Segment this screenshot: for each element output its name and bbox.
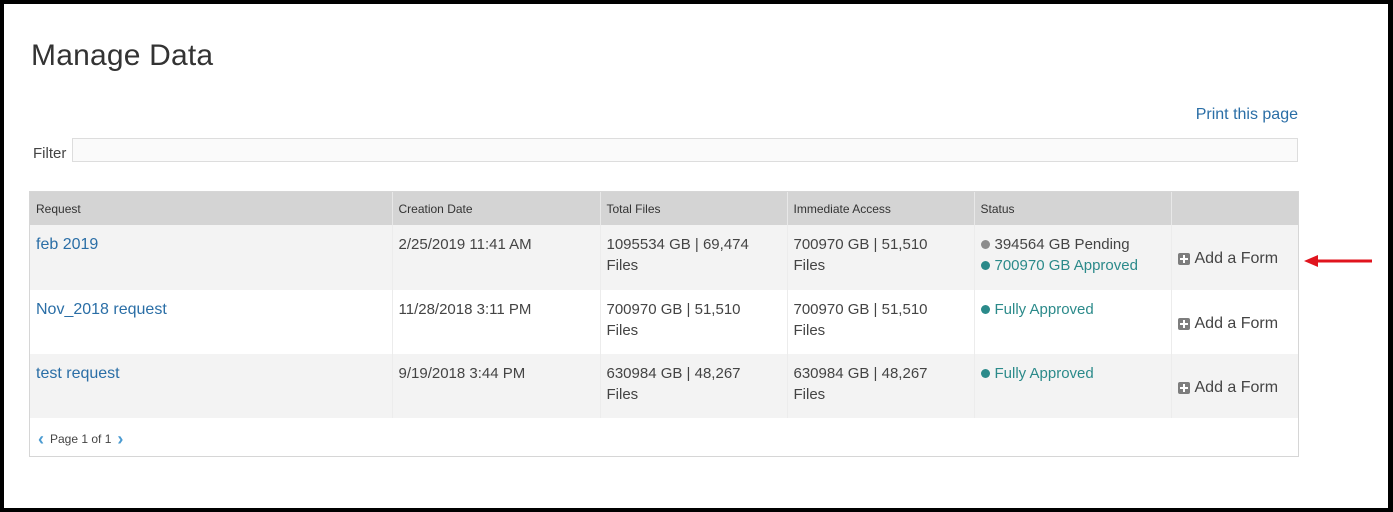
table-header-row: Request Creation Date Total Files Immedi…: [30, 192, 1298, 225]
add-form-button[interactable]: Add a Form: [1177, 313, 1293, 334]
pending-dot-icon: [980, 240, 990, 249]
status-approved-text[interactable]: Fully Approved: [995, 363, 1094, 384]
status-cell: Fully Approved: [974, 354, 1172, 418]
chevron-left-icon[interactable]: ‹: [38, 430, 44, 448]
table-row: feb 2019 2/25/2019 11:41 AM 1095534 GB |…: [30, 225, 1298, 290]
immediate-access: 630984 GB | 48,267 Files: [787, 354, 975, 418]
total-files-unit: Files: [606, 257, 639, 274]
status-approved-text[interactable]: 700970 GB Approved: [995, 255, 1138, 276]
total-files: 630984 GB | 48,267 Files: [600, 354, 788, 418]
add-form-button[interactable]: Add a Form: [1177, 248, 1293, 269]
total-files: 700970 GB | 51,510 Files: [600, 290, 788, 354]
status-approved-text[interactable]: Fully Approved: [995, 299, 1094, 320]
header-total-files[interactable]: Total Files: [600, 192, 788, 225]
print-page-link[interactable]: Print this page: [1196, 106, 1298, 124]
add-form-label: Add a Form: [1194, 315, 1279, 332]
immediate-access-unit: Files: [793, 386, 826, 403]
plus-square-icon: [1177, 252, 1190, 265]
page-indicator: Page 1 of 1: [50, 432, 112, 446]
header-actions: [1171, 192, 1298, 225]
approved-dot-icon: [980, 261, 990, 270]
request-link[interactable]: test request: [36, 365, 120, 382]
request-link[interactable]: feb 2019: [36, 236, 98, 253]
header-immediate-access[interactable]: Immediate Access: [787, 192, 975, 225]
table-row: test request 9/19/2018 3:44 PM 630984 GB…: [30, 354, 1298, 418]
status-pending: 394564 GB Pending: [980, 234, 1165, 255]
header-creation-date[interactable]: Creation Date: [392, 192, 601, 225]
total-files-unit: Files: [606, 322, 639, 339]
request-link[interactable]: Nov_2018 request: [36, 301, 167, 318]
total-files: 1095534 GB | 69,474 Files: [600, 225, 788, 290]
total-files-size: 1095534 GB | 69,474: [606, 236, 749, 253]
creation-date: 9/19/2018 3:44 PM: [392, 354, 601, 418]
add-form-button[interactable]: Add a Form: [1177, 377, 1293, 398]
header-status[interactable]: Status: [974, 192, 1172, 225]
total-files-size: 630984 GB | 48,267: [606, 365, 741, 382]
immediate-access-size: 700970 GB | 51,510: [793, 301, 928, 318]
plus-square-icon: [1177, 381, 1190, 394]
status-cell: Fully Approved: [974, 290, 1172, 354]
requests-table: Request Creation Date Total Files Immedi…: [29, 191, 1299, 457]
table-row: Nov_2018 request 11/28/2018 3:11 PM 7009…: [30, 290, 1298, 354]
add-form-label: Add a Form: [1194, 379, 1279, 396]
add-form-label: Add a Form: [1194, 250, 1279, 267]
status-cell: 394564 GB Pending 700970 GB Approved: [974, 225, 1172, 290]
immediate-access-unit: Files: [793, 257, 826, 274]
immediate-access-size: 630984 GB | 48,267: [793, 365, 928, 382]
status-approved[interactable]: Fully Approved: [980, 363, 1165, 384]
status-approved[interactable]: Fully Approved: [980, 299, 1165, 320]
manage-data-frame: Manage Data Print this page Filter Reque…: [4, 4, 1388, 508]
immediate-access-unit: Files: [793, 322, 826, 339]
approved-dot-icon: [980, 369, 990, 378]
total-files-size: 700970 GB | 51,510: [606, 301, 741, 318]
total-files-unit: Files: [606, 386, 639, 403]
immediate-access: 700970 GB | 51,510 Files: [787, 225, 975, 290]
creation-date: 2/25/2019 11:41 AM: [392, 225, 601, 290]
filter-label: Filter: [33, 145, 67, 162]
creation-date: 11/28/2018 3:11 PM: [392, 290, 601, 354]
status-pending-text: 394564 GB Pending: [994, 236, 1130, 253]
approved-dot-icon: [980, 305, 990, 314]
chevron-right-icon[interactable]: ›: [117, 430, 123, 448]
immediate-access-size: 700970 GB | 51,510: [793, 236, 928, 253]
header-request[interactable]: Request: [30, 192, 393, 225]
status-approved[interactable]: 700970 GB Approved: [980, 255, 1165, 276]
filter-input[interactable]: [72, 138, 1298, 162]
annotation-arrow-icon: [1304, 255, 1372, 267]
immediate-access: 700970 GB | 51,510 Files: [787, 290, 975, 354]
page-title: Manage Data: [31, 39, 214, 72]
plus-square-icon: [1177, 317, 1190, 330]
pagination: ‹ Page 1 of 1 ›: [38, 430, 123, 448]
